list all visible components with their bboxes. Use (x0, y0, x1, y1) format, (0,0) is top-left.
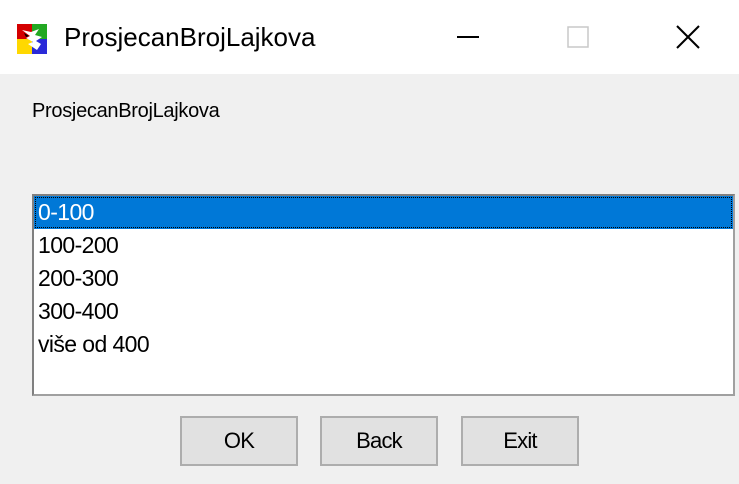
ok-button[interactable]: OK (180, 416, 298, 466)
close-icon (675, 25, 700, 49)
range-listbox[interactable]: 0-100 100-200 200-300 300-400 više od 40… (32, 194, 735, 396)
close-button[interactable] (640, 0, 735, 74)
app-icon[interactable] (17, 24, 47, 54)
form-label: ProsjecanBrojLajkova (32, 100, 220, 122)
list-item-200-300[interactable]: 200-300 (34, 262, 733, 295)
window-title: ProsjecanBrojLajkova (64, 22, 316, 52)
minimize-button[interactable] (420, 0, 515, 74)
minimize-icon (456, 36, 479, 38)
list-item-300-400[interactable]: 300-400 (34, 295, 733, 328)
list-item-0-100[interactable]: 0-100 (34, 196, 733, 229)
maximize-icon (566, 26, 589, 48)
list-item-100-200[interactable]: 100-200 (34, 229, 733, 262)
dialog-window: ProsjecanBrojLajkova ProsjecanBrojLajkov… (0, 0, 739, 484)
list-item-over-400[interactable]: više od 400 (34, 328, 733, 361)
back-button[interactable]: Back (320, 416, 438, 466)
title-bar[interactable]: ProsjecanBrojLajkova (0, 0, 739, 74)
exit-button[interactable]: Exit (461, 416, 579, 466)
maximize-button[interactable] (530, 0, 625, 74)
